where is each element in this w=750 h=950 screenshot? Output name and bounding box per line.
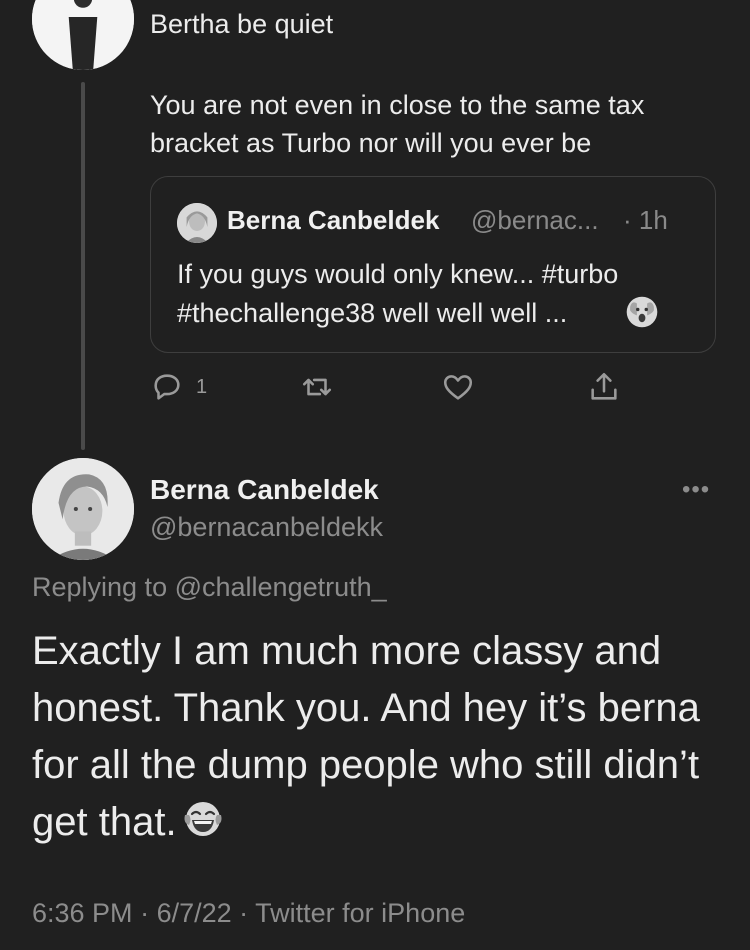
laughing-tears-emoji-icon [184,802,222,836]
avatar-photo-icon [32,458,134,560]
heart-icon [443,375,473,400]
tweet-time[interactable]: 6:36 PM [32,898,133,928]
tweet-meta: 6:36 PM · 6/7/22 · Twitter for iPhone [32,898,465,929]
replying-to-link[interactable]: @challengetruth_ [175,572,387,602]
tweet-date[interactable]: 6/7/22 [157,898,232,928]
quoted-tweet-card[interactable]: Berna Canbeldek @bernac... · 1h If you g… [150,176,716,353]
meta-separator: · [132,898,157,928]
tweet-text-body: You are not even in close to the same ta… [150,90,645,158]
reply-count: 1 [196,375,208,398]
reply-icon [154,374,180,400]
retweet-button[interactable] [300,370,334,404]
main-author-name[interactable]: Berna Canbeldek [150,474,379,506]
meta-separator: · [231,898,256,928]
reply-button[interactable]: 1 [150,370,207,404]
quoted-author-handle: @bernac... [471,205,599,235]
main-tweet-body: Exactly I am much more classy and honest… [32,629,700,844]
quoted-tweet-text: If you guys would only knew... #turbo #t… [177,259,619,328]
main-author-handle[interactable]: @bernacanbeldekk [150,512,383,543]
avatar-photo-icon [32,0,134,70]
tweet-text-line1: Bertha be quiet [150,9,334,39]
replying-to: Replying to @challengetruth_ [32,572,387,603]
more-options-icon[interactable]: ••• [682,476,710,504]
shocked-face-emoji-icon [626,296,658,328]
retweet-icon [302,378,332,396]
author-avatar[interactable] [32,0,134,70]
share-button[interactable] [587,370,621,404]
tweet-source[interactable]: Twitter for iPhone [255,898,465,928]
quoted-author-avatar [177,203,217,243]
main-author-avatar[interactable] [32,458,134,560]
main-tweet-text: Exactly I am much more classy and honest… [32,623,722,851]
share-icon [591,372,617,400]
quoted-tweet-time: · 1h [623,205,668,235]
replying-prefix: Replying to [32,572,175,602]
avatar-photo-icon [177,203,217,243]
thread-line [81,82,85,450]
quoted-author-name: Berna Canbeldek [227,205,440,235]
like-button[interactable] [441,370,475,404]
